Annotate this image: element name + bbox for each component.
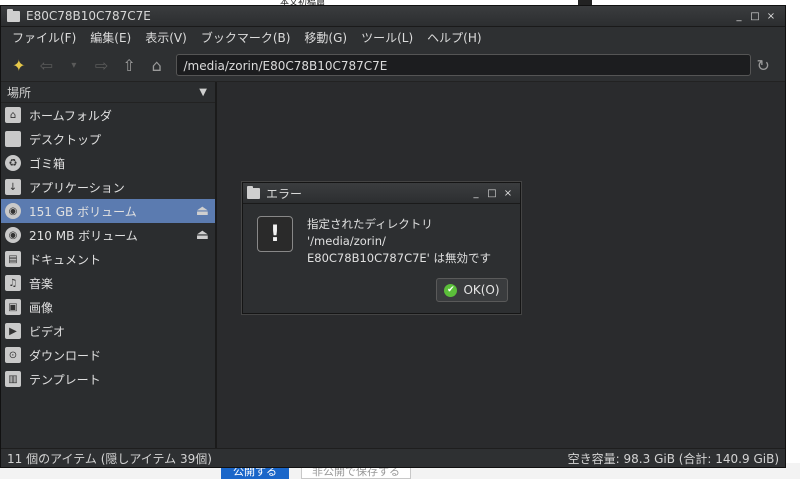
- sidebar-item-label: 210 MB ボリューム: [29, 228, 138, 243]
- menu-view[interactable]: 表示(V): [138, 27, 194, 49]
- sidebar-item-label: ビデオ: [29, 324, 66, 339]
- templates-folder-icon: ▥: [5, 371, 21, 387]
- dialog-title: エラー: [266, 186, 303, 201]
- close-button[interactable]: ×: [763, 11, 779, 22]
- sidebar-item-label: ゴミ箱: [29, 156, 66, 171]
- dialog-body: ! 指定されたディレクトリ '/media/zorin/ E80C78B10C7…: [243, 204, 520, 267]
- sidebar-header[interactable]: 場所 ▼: [1, 82, 215, 103]
- documents-folder-icon: ▤: [5, 251, 21, 267]
- sidebar-item-desktop[interactable]: デスクトップ: [1, 127, 215, 151]
- folder-icon: [247, 185, 260, 199]
- places-sidebar: 場所 ▼ ⌂ ホームフォルダ デスクトップ ♻ ゴミ箱 ↓ アプリケーション ◉: [1, 82, 217, 448]
- menu-file[interactable]: ファイル(F): [5, 27, 83, 49]
- pictures-folder-icon: ▣: [5, 299, 21, 315]
- ok-button-label: OK(O): [463, 283, 500, 297]
- folder-icon: [7, 8, 20, 22]
- sidebar-item-pictures[interactable]: ▣ 画像: [1, 295, 215, 319]
- free-space: 空き容量: 98.3 GiB (合計: 140.9 GiB): [567, 451, 779, 466]
- sidebar-item-label: アプリケーション: [29, 180, 125, 195]
- new-tab-icon[interactable]: ✦: [7, 53, 31, 77]
- sidebar-header-label: 場所: [7, 85, 32, 100]
- sidebar-item-applications[interactable]: ↓ アプリケーション: [1, 175, 215, 199]
- location-bar[interactable]: /media/zorin/E80C78B10C787C7E: [176, 54, 752, 76]
- sidebar-item-label: 画像: [29, 300, 54, 315]
- sidebar-item-home[interactable]: ⌂ ホームフォルダ: [1, 103, 215, 127]
- forward-icon[interactable]: ⇨: [90, 53, 114, 77]
- menu-help[interactable]: ヘルプ(H): [420, 27, 488, 49]
- go-icon[interactable]: ↻: [751, 53, 775, 77]
- drive-icon: ◉: [5, 227, 21, 243]
- downloads-folder-icon: ⊙: [5, 347, 21, 363]
- sidebar-item-label: ホームフォルダ: [29, 108, 112, 123]
- history-dropdown-icon[interactable]: ▾: [62, 53, 86, 77]
- dialog-message-line: E80C78B10C787C7E' は無効です: [307, 251, 491, 265]
- sidebar-item-volume-151gb[interactable]: ◉ 151 GB ボリューム ⏏: [1, 199, 215, 223]
- window-title: E80C78B10C787C7E: [26, 9, 151, 23]
- home-icon[interactable]: ⌂: [145, 53, 169, 77]
- window-titlebar[interactable]: E80C78B10C787C7E _ □ ×: [1, 6, 785, 27]
- drive-icon: ◉: [5, 203, 21, 219]
- dialog-message: 指定されたディレクトリ '/media/zorin/ E80C78B10C787…: [307, 216, 508, 267]
- menu-go[interactable]: 移動(G): [297, 27, 354, 49]
- sidebar-item-videos[interactable]: ▶ ビデオ: [1, 319, 215, 343]
- sidebar-item-volume-210mb[interactable]: ◉ 210 MB ボリューム ⏏: [1, 223, 215, 247]
- back-icon[interactable]: ⇦: [35, 53, 59, 77]
- home-icon: ⌂: [5, 107, 21, 123]
- dialog-titlebar[interactable]: エラー _ □ ×: [243, 183, 520, 204]
- eject-icon[interactable]: ⏏: [196, 203, 209, 219]
- eject-icon[interactable]: ⏏: [196, 227, 209, 243]
- up-icon[interactable]: ⇧: [117, 53, 141, 77]
- menubar: ファイル(F) 編集(E) 表示(V) ブックマーク(B) 移動(G) ツール(…: [1, 27, 785, 49]
- sidebar-item-label: デスクトップ: [29, 132, 102, 147]
- chevron-down-icon[interactable]: ▼: [199, 87, 207, 98]
- applications-icon: ↓: [5, 179, 21, 195]
- videos-folder-icon: ▶: [5, 323, 21, 339]
- sidebar-item-label: 音楽: [29, 276, 54, 291]
- maximize-button[interactable]: □: [484, 188, 500, 199]
- menu-bookmarks[interactable]: ブックマーク(B): [194, 27, 298, 49]
- sidebar-item-downloads[interactable]: ⊙ ダウンロード: [1, 343, 215, 367]
- trash-icon: ♻: [5, 155, 21, 171]
- dialog-message-line: 指定されたディレクトリ '/media/zorin/: [307, 217, 433, 248]
- item-count: 11 個のアイテム (隠しアイテム 39個): [7, 451, 212, 466]
- warning-icon: !: [257, 216, 293, 252]
- ok-button[interactable]: ✔ OK(O): [436, 278, 508, 302]
- menu-edit[interactable]: 編集(E): [83, 27, 138, 49]
- sidebar-item-trash[interactable]: ♻ ゴミ箱: [1, 151, 215, 175]
- sidebar-item-label: ダウンロード: [29, 348, 102, 363]
- music-folder-icon: ♫: [5, 275, 21, 291]
- maximize-button[interactable]: □: [747, 11, 763, 22]
- minimize-button[interactable]: _: [731, 11, 747, 22]
- menu-tools[interactable]: ツール(L): [354, 27, 420, 49]
- close-button[interactable]: ×: [500, 188, 516, 199]
- desktop-icon: [5, 131, 21, 147]
- sidebar-item-label: 151 GB ボリューム: [29, 204, 137, 219]
- sidebar-item-documents[interactable]: ▤ ドキュメント: [1, 247, 215, 271]
- toolbar: ✦ ⇦ ▾ ⇨ ⇧ ⌂ /media/zorin/E80C78B10C787C7…: [1, 49, 785, 82]
- sidebar-item-label: ドキュメント: [29, 252, 102, 267]
- sidebar-item-label: テンプレート: [29, 372, 101, 387]
- minimize-button[interactable]: _: [468, 188, 484, 199]
- sidebar-item-templates[interactable]: ▥ テンプレート: [1, 367, 215, 391]
- error-dialog: エラー _ □ × ! 指定されたディレクトリ '/media/zorin/ E…: [242, 182, 521, 314]
- sidebar-item-music[interactable]: ♫ 音楽: [1, 271, 215, 295]
- check-icon: ✔: [444, 283, 458, 297]
- statusbar: 11 個のアイテム (隠しアイテム 39個) 空き容量: 98.3 GiB (合…: [1, 448, 785, 467]
